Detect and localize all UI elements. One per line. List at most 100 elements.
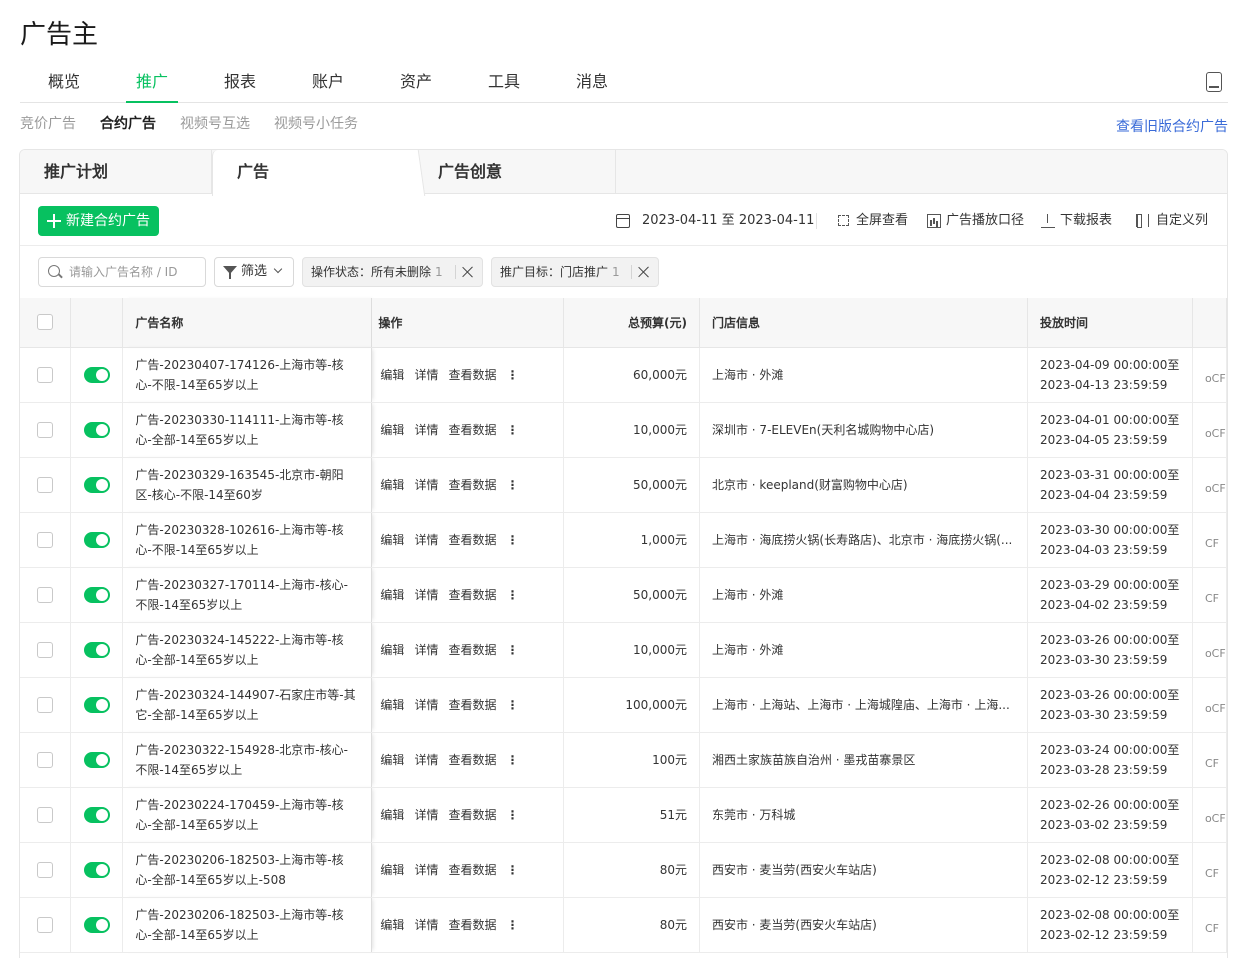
filter-tag-objective[interactable]: 推广目标：门店推广 1 — [491, 257, 659, 287]
subnav-channels-select[interactable]: 视频号互选 — [180, 114, 250, 134]
nav-overview[interactable]: 概览 — [20, 62, 108, 102]
view-data-link[interactable]: 查看数据 — [448, 808, 496, 822]
table-row[interactable]: 广告-20230324-144907-石家庄市等-其它-全部-14至65岁以上编… — [20, 677, 1227, 733]
table-row[interactable]: 广告-20230206-182503-上海市等-核心-全部-14至65岁以上-5… — [20, 842, 1227, 898]
table-row[interactable]: 广告-20230328-102616-上海市等-核心-不限-14至65岁以上 编辑… — [20, 512, 1227, 568]
row-checkbox[interactable] — [37, 696, 54, 713]
table-row[interactable]: 广告-20230327-170114-上海市-核心-不限-14至65岁以上 编辑详… — [20, 567, 1227, 623]
details-link[interactable]: 详情 — [414, 643, 438, 657]
search-input[interactable]: 请输入广告名称 / ID — [38, 257, 206, 287]
view-data-link[interactable]: 查看数据 — [448, 478, 496, 492]
status-toggle[interactable] — [83, 366, 110, 383]
status-toggle[interactable] — [83, 861, 110, 878]
status-toggle[interactable] — [83, 476, 110, 493]
details-link[interactable]: 详情 — [414, 423, 438, 437]
close-icon[interactable] — [462, 266, 474, 278]
more-actions-icon[interactable]: ⋮ — [506, 918, 518, 932]
download-report-button[interactable]: 下载报表 — [1041, 210, 1112, 232]
nav-account[interactable]: 账户 — [284, 62, 372, 102]
custom-columns-button[interactable]: 自定义列 — [1136, 210, 1208, 232]
table-row[interactable]: 广告-20230206-182503-上海市等-核心-全部-14至65岁以上 编辑… — [20, 897, 1227, 953]
details-link[interactable]: 详情 — [414, 478, 438, 492]
table-row[interactable]: 广告-20230329-163545-北京市-朝阳区-核心-不限-14至60岁编… — [20, 457, 1227, 513]
mobile-preview-icon[interactable] — [1206, 72, 1222, 92]
view-data-link[interactable]: 查看数据 — [448, 918, 496, 932]
view-data-link[interactable]: 查看数据 — [448, 368, 496, 382]
more-actions-icon[interactable]: ⋮ — [506, 588, 518, 602]
row-checkbox[interactable] — [37, 531, 54, 548]
edit-link[interactable]: 编辑 — [380, 423, 404, 437]
nav-assets[interactable]: 资产 — [372, 62, 460, 102]
close-icon[interactable] — [638, 266, 650, 278]
edit-link[interactable]: 编辑 — [380, 808, 404, 822]
row-checkbox[interactable] — [37, 641, 54, 658]
more-actions-icon[interactable]: ⋮ — [506, 368, 518, 382]
row-checkbox[interactable] — [37, 861, 54, 878]
more-actions-icon[interactable]: ⋮ — [506, 698, 518, 712]
more-actions-icon[interactable]: ⋮ — [506, 643, 518, 657]
edit-link[interactable]: 编辑 — [380, 533, 404, 547]
row-checkbox[interactable] — [37, 421, 54, 438]
edit-link[interactable]: 编辑 — [380, 753, 404, 767]
filter-dropdown[interactable]: 筛选 — [214, 257, 294, 287]
date-range-picker[interactable]: 2023-04-11 至 2023-04-11 — [616, 210, 814, 232]
edit-link[interactable]: 编辑 — [380, 643, 404, 657]
status-toggle[interactable] — [83, 916, 110, 933]
new-contract-ad-button[interactable]: 新建合约广告 — [38, 206, 159, 236]
nav-promotion[interactable]: 推广 — [108, 62, 196, 103]
status-toggle[interactable] — [83, 751, 110, 768]
more-actions-icon[interactable]: ⋮ — [506, 863, 518, 877]
view-data-link[interactable]: 查看数据 — [448, 588, 496, 602]
select-all-checkbox[interactable] — [37, 314, 54, 331]
edit-link[interactable]: 编辑 — [380, 918, 404, 932]
row-checkbox[interactable] — [37, 586, 54, 603]
nav-tools[interactable]: 工具 — [460, 62, 548, 102]
more-actions-icon[interactable]: ⋮ — [506, 423, 518, 437]
view-data-link[interactable]: 查看数据 — [448, 863, 496, 877]
more-actions-icon[interactable]: ⋮ — [506, 533, 518, 547]
old-version-link[interactable]: 查看旧版合约广告 — [1116, 116, 1228, 136]
view-data-link[interactable]: 查看数据 — [448, 423, 496, 437]
subnav-channels-tasks[interactable]: 视频号小任务 — [274, 114, 358, 134]
tab-campaigns[interactable]: 推广计划 — [20, 150, 212, 194]
status-toggle[interactable] — [83, 641, 110, 658]
details-link[interactable]: 详情 — [414, 753, 438, 767]
filter-tag-status[interactable]: 操作状态：所有未删除 1 — [302, 257, 483, 287]
more-actions-icon[interactable]: ⋮ — [506, 808, 518, 822]
nav-messages[interactable]: 消息 — [548, 62, 636, 102]
row-checkbox[interactable] — [37, 366, 54, 383]
more-actions-icon[interactable]: ⋮ — [506, 753, 518, 767]
row-checkbox[interactable] — [37, 806, 54, 823]
table-row[interactable]: 广告-20230224-170459-上海市等-核心-全部-14至65岁以上 编辑… — [20, 787, 1227, 843]
details-link[interactable]: 详情 — [414, 918, 438, 932]
status-toggle[interactable] — [83, 696, 110, 713]
table-row[interactable]: 广告-20230324-145222-上海市等-核心-全部-14至65岁以上 编辑… — [20, 622, 1227, 678]
details-link[interactable]: 详情 — [414, 808, 438, 822]
details-link[interactable]: 详情 — [414, 368, 438, 382]
tab-creatives[interactable]: 广告创意 — [414, 150, 616, 194]
subnav-bidding-ads[interactable]: 竞价广告 — [20, 114, 76, 134]
details-link[interactable]: 详情 — [414, 863, 438, 877]
edit-link[interactable]: 编辑 — [380, 478, 404, 492]
edit-link[interactable]: 编辑 — [380, 368, 404, 382]
status-toggle[interactable] — [83, 531, 110, 548]
nav-reports[interactable]: 报表 — [196, 62, 284, 102]
view-data-link[interactable]: 查看数据 — [448, 753, 496, 767]
view-data-link[interactable]: 查看数据 — [448, 643, 496, 657]
table-row[interactable]: 广告-20230330-114111-上海市等-核心-全部-14至65岁以上 编辑… — [20, 402, 1227, 458]
status-toggle[interactable] — [83, 806, 110, 823]
row-checkbox[interactable] — [37, 916, 54, 933]
subnav-contract-ads[interactable]: 合约广告 — [100, 114, 156, 134]
more-actions-icon[interactable]: ⋮ — [506, 478, 518, 492]
fullscreen-button[interactable]: 全屏查看 — [838, 210, 908, 232]
table-row[interactable]: 广告-20230322-154928-北京市-核心-不限-14至65岁以上 编辑详… — [20, 732, 1227, 788]
table-row[interactable]: 广告-20230407-174126-上海市等-核心-不限-14至65岁以上 编辑… — [20, 347, 1227, 403]
row-checkbox[interactable] — [37, 751, 54, 768]
edit-link[interactable]: 编辑 — [380, 588, 404, 602]
tab-ads[interactable]: 广告 — [212, 150, 414, 196]
playback-metric-button[interactable]: 广告播放口径 — [927, 210, 1024, 232]
edit-link[interactable]: 编辑 — [380, 698, 404, 712]
view-data-link[interactable]: 查看数据 — [448, 698, 496, 712]
details-link[interactable]: 详情 — [414, 533, 438, 547]
status-toggle[interactable] — [83, 421, 110, 438]
